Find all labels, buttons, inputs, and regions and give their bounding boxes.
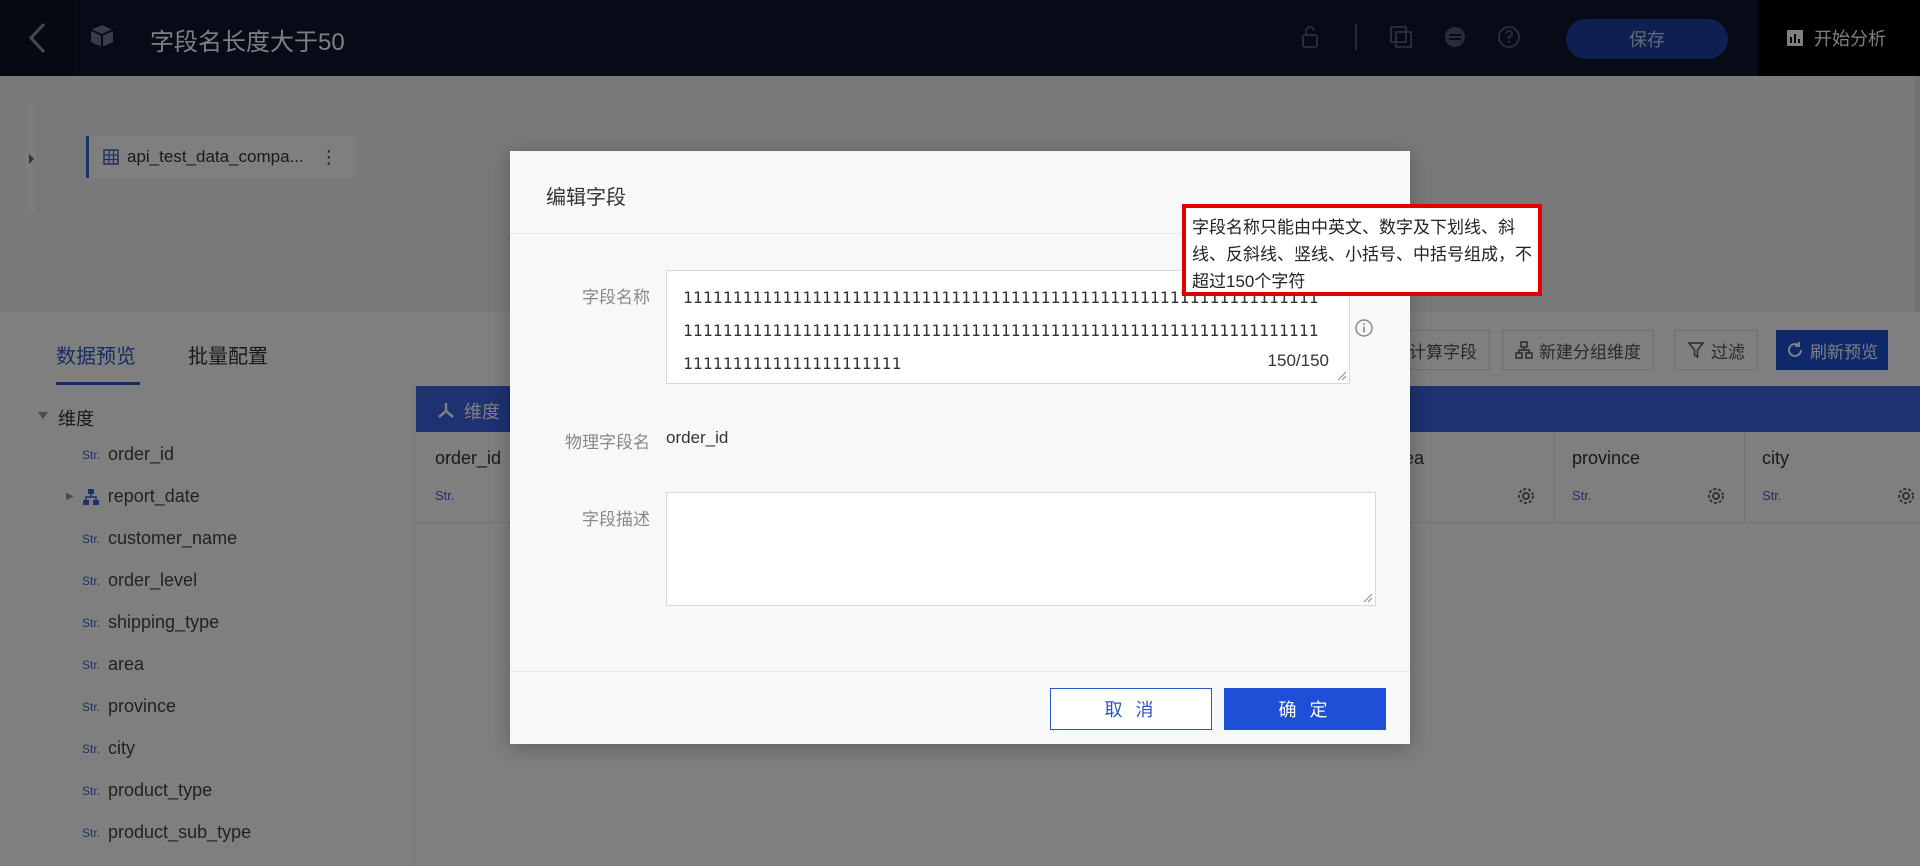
modal-mask-top (0, 0, 1920, 76)
description-input[interactable] (666, 492, 1376, 606)
dialog-title: 编辑字段 (546, 187, 626, 209)
resize-handle-icon[interactable] (1363, 593, 1373, 603)
resize-handle-icon[interactable] (1337, 371, 1347, 381)
physical-name-label: 物理字段名 (565, 433, 650, 452)
validation-tooltip: 字段名称只能由中英文、数字及下划线、斜线、反斜线、竖线、小括号、中括号组成，不超… (1182, 204, 1542, 296)
field-name-counter: 150/150 (1267, 351, 1329, 370)
confirm-button[interactable]: 确 定 (1224, 688, 1386, 730)
dialog-footer-divider (510, 671, 1410, 672)
cancel-button[interactable]: 取 消 (1050, 688, 1212, 730)
info-icon[interactable] (1354, 318, 1374, 338)
field-name-label: 字段名称 (582, 288, 650, 307)
description-label: 字段描述 (582, 510, 650, 529)
physical-name-value: order_id (666, 428, 729, 447)
